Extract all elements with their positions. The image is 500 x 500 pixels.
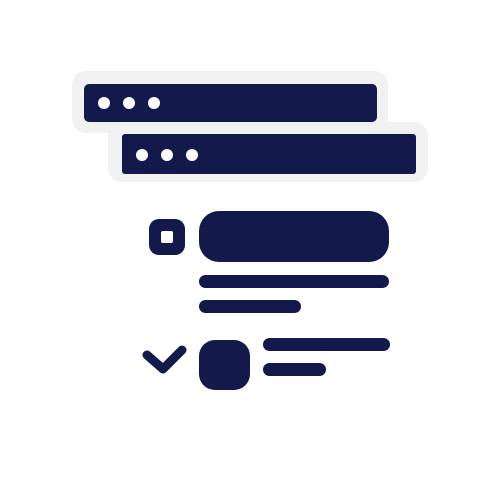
list-item-checked <box>142 338 390 390</box>
back-window-dot-1 <box>98 97 110 109</box>
front-window-dot-2 <box>161 149 173 161</box>
checked-text-line-1 <box>263 338 390 351</box>
back-window-dot-3 <box>148 97 160 109</box>
front-browser-window <box>108 122 428 182</box>
item-text-line-2 <box>199 300 301 313</box>
checkmark-icon <box>142 345 187 374</box>
front-window-dot-1 <box>136 149 148 161</box>
browser-windows-checklist-icon <box>72 71 428 390</box>
avatar-square <box>199 340 250 390</box>
item-title-bar <box>199 211 389 262</box>
item-text-line-1 <box>199 275 389 288</box>
list-item-unchecked <box>149 211 389 313</box>
back-window-dot-2 <box>123 97 135 109</box>
front-window-dot-3 <box>186 149 198 161</box>
icon-canvas <box>0 0 500 500</box>
square-checkbox-icon <box>149 219 185 255</box>
checked-text-line-2 <box>263 363 326 376</box>
